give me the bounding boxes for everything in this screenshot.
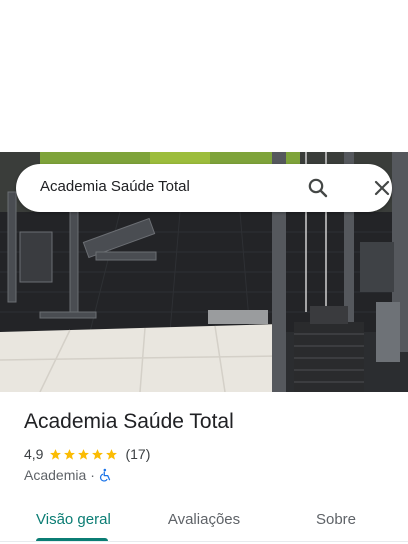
review-count[interactable]: (17) (125, 446, 150, 462)
rating-value: 4,9 (24, 446, 44, 462)
star-icon (50, 448, 62, 460)
place-title: Academia Saúde Total (24, 410, 234, 433)
tabs-divider (0, 541, 408, 542)
place-info-panel: Academia Saúde Total 4,9 (17) Academia ·… (0, 392, 408, 544)
star-icon (106, 448, 118, 460)
close-icon[interactable] (370, 176, 394, 200)
search-query[interactable]: Academia Saúde Total (40, 178, 190, 195)
category-row: Academia · (24, 466, 113, 484)
star-icon (78, 448, 90, 460)
search-icon[interactable] (306, 176, 330, 200)
place-category: Academia (24, 467, 87, 483)
tab-avaliacoes[interactable]: Avaliações (164, 498, 244, 542)
rating-row[interactable]: 4,9 (17) (24, 445, 150, 463)
separator-dot: · (90, 467, 95, 483)
tab-sobre[interactable]: Sobre (312, 498, 360, 542)
star-rating (49, 448, 119, 461)
wheelchair-icon (99, 468, 113, 482)
tab-visao-geral[interactable]: Visão geral (36, 498, 111, 542)
map-blank-area (0, 0, 408, 152)
search-bar[interactable]: Academia Saúde Total (16, 164, 392, 212)
star-icon (92, 448, 104, 460)
star-icon (64, 448, 76, 460)
place-tabs: Visão geral Avaliações Sobre (0, 498, 408, 544)
